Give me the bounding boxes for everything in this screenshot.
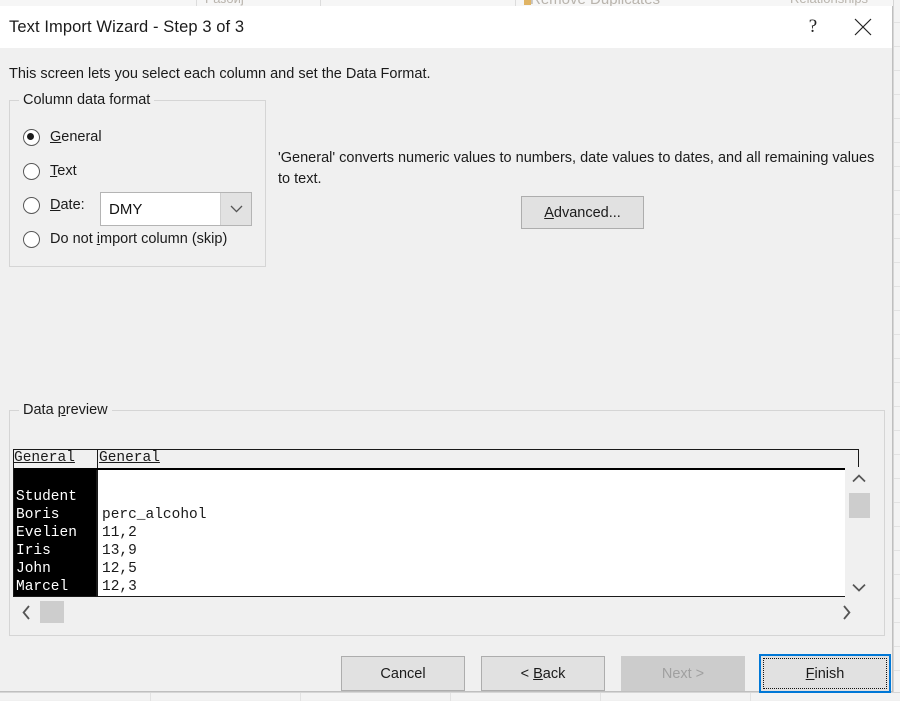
date-format-value: DMY: [109, 200, 143, 218]
scroll-down-button[interactable]: [845, 576, 873, 598]
scroll-right-button[interactable]: [833, 598, 859, 626]
data-preview-header-row: General General: [14, 450, 858, 470]
column-header-1[interactable]: General: [99, 450, 160, 468]
help-button[interactable]: ?: [790, 6, 836, 48]
background-right-strip: [893, 0, 900, 700]
preview-vertical-scrollbar[interactable]: [845, 467, 873, 598]
column-header-0[interactable]: General: [14, 450, 98, 468]
dialog-intro-text: This screen lets you select each column …: [9, 66, 431, 82]
table-row[interactable]: Iris 12,5: [14, 524, 858, 577]
vertical-scroll-thumb[interactable]: [849, 493, 870, 518]
table-cell: 12,3: [102, 579, 137, 595]
radio-label-skip: Do not import column (skip): [50, 231, 228, 247]
chevron-down-icon: [852, 583, 866, 592]
close-icon: [854, 18, 872, 36]
scroll-up-button[interactable]: [845, 467, 873, 489]
question-mark-icon: ?: [808, 16, 818, 37]
table-row[interactable]: Evelien 13,9: [14, 506, 858, 559]
advanced-button[interactable]: Advanced...: [521, 196, 644, 229]
dialog-title: Text Import Wizard - Step 3 of 3: [9, 18, 245, 36]
date-format-dropdown-button[interactable]: [220, 193, 251, 225]
table-row[interactable]: Student perc_alcohol: [14, 470, 858, 523]
back-button[interactable]: < Back: [481, 656, 605, 691]
cancel-button[interactable]: Cancel: [341, 656, 465, 691]
radio-option-date[interactable]: Date:: [23, 193, 85, 217]
background-bottom-strip: [0, 692, 900, 701]
chevron-left-icon: [21, 604, 30, 620]
date-format-combobox[interactable]: DMY: [100, 192, 252, 226]
radio-option-skip[interactable]: Do not import column (skip): [23, 227, 227, 251]
format-description-text: 'General' converts numeric values to num…: [278, 150, 875, 187]
radio-option-text[interactable]: Text: [23, 159, 77, 183]
column-data-format-group: Column data format General Text Date: Do…: [9, 92, 266, 267]
data-preview-body: Student perc_alcohol Boris 11,2 Evelien …: [14, 470, 858, 596]
text-import-wizard-dialog: Text Import Wizard - Step 3 of 3 ? This …: [0, 6, 893, 693]
radio-indicator-text: [23, 162, 40, 180]
close-button[interactable]: [840, 6, 886, 48]
chevron-down-icon: [230, 205, 242, 213]
radio-label-text: Text: [50, 163, 77, 179]
radio-label-date: Date:: [50, 197, 85, 213]
preview-horizontal-scrollbar[interactable]: [13, 598, 859, 626]
radio-indicator-general: [23, 128, 40, 146]
radio-indicator-date: [23, 196, 40, 214]
scroll-left-button[interactable]: [13, 598, 39, 626]
horizontal-scroll-thumb[interactable]: [40, 601, 64, 623]
table-row[interactable]: Boris 11,2: [14, 488, 858, 541]
finish-button-focus-ring: Finish: [759, 654, 891, 693]
table-cell: 11,9: [102, 596, 137, 597]
finish-button[interactable]: Finish: [763, 658, 887, 689]
table-cell: Marcel: [16, 579, 69, 595]
radio-label-general: General: [50, 129, 102, 145]
table-row[interactable]: John 12,3: [14, 542, 858, 595]
next-button: Next >: [621, 656, 745, 691]
data-preview-table[interactable]: General General Student perc_alcohol Bor…: [13, 449, 859, 597]
radio-indicator-skip: [23, 230, 40, 248]
data-preview-group-title: Data preview: [19, 402, 112, 418]
chevron-up-icon: [852, 473, 866, 482]
dialog-titlebar: Text Import Wizard - Step 3 of 3 ?: [0, 6, 892, 48]
column-data-format-group-title: Column data format: [19, 92, 155, 108]
table-row[interactable]: Marcel 11,9: [14, 560, 858, 595]
radio-option-general[interactable]: General: [23, 125, 102, 149]
chevron-right-icon: [842, 604, 851, 620]
